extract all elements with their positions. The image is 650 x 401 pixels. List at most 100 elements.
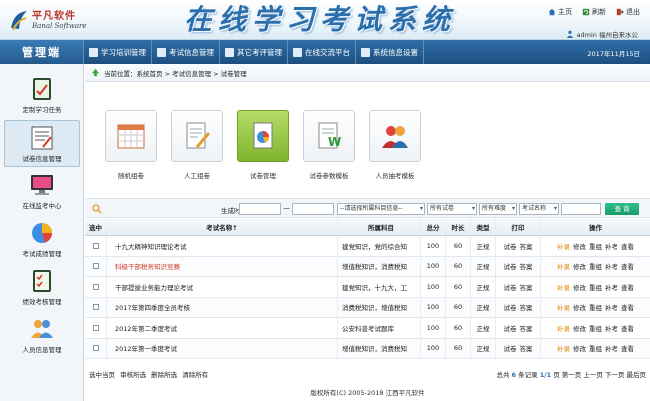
exam-type: 正规: [471, 297, 496, 317]
row-checkbox[interactable]: [92, 304, 99, 311]
print-answer-link[interactable]: 答案: [520, 261, 533, 271]
view-link[interactable]: 查看: [621, 323, 634, 333]
nav-online-exchange[interactable]: 在线交流平台: [288, 40, 356, 64]
view-link[interactable]: 查看: [621, 241, 634, 251]
col-duration: 时长: [446, 219, 471, 235]
print-paper-link[interactable]: 试卷: [504, 261, 517, 271]
exam-name[interactable]: 2012年第一季度考试: [107, 338, 338, 358]
row-checkbox[interactable]: [92, 283, 99, 290]
nav-other-evaluation[interactable]: 其它考评管理: [220, 40, 288, 64]
print-answer-link[interactable]: 答案: [520, 302, 533, 312]
nav-label: 系统信息设置: [373, 47, 418, 57]
exit-link[interactable]: 退出: [616, 7, 640, 17]
delete-selected-link[interactable]: 删除所选: [151, 371, 177, 379]
exam-name[interactable]: 干部提拔业务能力理论考试: [107, 277, 338, 297]
tile-paper-management[interactable]: 试卷管理: [237, 110, 289, 180]
supplement-link[interactable]: 补录: [557, 282, 570, 292]
print-answer-link[interactable]: 答案: [520, 282, 533, 292]
table-header: 选中 考试名称↑ 所属科目 总分 时长 类型 打印 操作: [85, 219, 650, 236]
row-checkbox[interactable]: [92, 324, 99, 331]
view-link[interactable]: 查看: [621, 343, 634, 353]
supplement-link[interactable]: 补录: [557, 261, 570, 271]
pagination-links[interactable]: 页 第一页 上一页 下一页 最后页: [553, 371, 646, 379]
book-icon: [89, 47, 98, 57]
recompose-link[interactable]: 重组: [589, 241, 602, 251]
actions-cell: 补录 修改 重组 补考 查看: [541, 339, 650, 359]
exam-duration: 60: [446, 297, 471, 317]
difficulty-select[interactable]: 所有难度: [479, 203, 517, 215]
date-from-input[interactable]: [239, 203, 281, 215]
edit-link[interactable]: 修改: [573, 282, 586, 292]
tile-manual-compose[interactable]: 人工组卷: [171, 110, 223, 180]
print-answer-link[interactable]: 答案: [520, 323, 533, 333]
nav-exam-info[interactable]: 考试信息管理: [152, 40, 220, 64]
edit-link[interactable]: 修改: [573, 302, 586, 312]
recompose-link[interactable]: 重组: [589, 261, 602, 271]
recompose-link[interactable]: 重组: [589, 302, 602, 312]
sidebar-item-monitor[interactable]: 在线监考中心: [4, 168, 80, 215]
exam-duration: 60: [446, 277, 471, 297]
supplement-link[interactable]: 补录: [557, 343, 570, 353]
view-link[interactable]: 查看: [621, 261, 634, 271]
print-paper-link[interactable]: 试卷: [504, 241, 517, 251]
row-checkbox[interactable]: [92, 263, 99, 270]
col-total: 总分: [421, 219, 446, 235]
view-link[interactable]: 查看: [621, 302, 634, 312]
actions-cell: 补录 修改 重组 补考 查看: [541, 298, 650, 318]
col-exam-name[interactable]: 考试名称↑: [107, 219, 338, 235]
nav-system-settings[interactable]: 系统信息设置: [356, 40, 424, 64]
print-answer-link[interactable]: 答案: [520, 241, 533, 251]
print-paper-link[interactable]: 试卷: [504, 302, 517, 312]
makeup-exam-link[interactable]: 补考: [605, 343, 618, 353]
subject-select[interactable]: --请选择所属科目信息--: [337, 203, 425, 215]
print-paper-link[interactable]: 试卷: [504, 282, 517, 292]
recompose-link[interactable]: 重组: [589, 343, 602, 353]
home-link[interactable]: 主页: [548, 7, 572, 17]
exam-name[interactable]: 科级干部税务知识竞赛: [107, 256, 338, 276]
recompose-link[interactable]: 重组: [589, 282, 602, 292]
tile-personnel-template[interactable]: 人员抽考模板: [369, 110, 421, 180]
supplement-link[interactable]: 补录: [557, 323, 570, 333]
exit-link-label: 退出: [626, 8, 640, 16]
sidebar-item-score[interactable]: 考试成绩管理: [4, 216, 80, 263]
view-link[interactable]: 查看: [621, 282, 634, 292]
tile-random-compose[interactable]: 随机组卷: [105, 110, 157, 180]
edit-link[interactable]: 修改: [573, 241, 586, 251]
print-paper-link[interactable]: 试卷: [504, 343, 517, 353]
row-select-cell: [85, 318, 107, 338]
row-checkbox[interactable]: [92, 345, 99, 352]
nav-learning-training[interactable]: 学习培训管理: [84, 40, 152, 64]
edit-link[interactable]: 修改: [573, 343, 586, 353]
makeup-exam-link[interactable]: 补考: [605, 261, 618, 271]
makeup-exam-link[interactable]: 补考: [605, 302, 618, 312]
supplement-link[interactable]: 补录: [557, 302, 570, 312]
row-checkbox[interactable]: [92, 242, 99, 249]
print-paper-link[interactable]: 试卷: [504, 323, 517, 333]
sidebar-item-personnel[interactable]: 人员信息管理: [4, 312, 80, 359]
select-page-link[interactable]: 选中当页: [89, 371, 115, 379]
makeup-exam-link[interactable]: 补考: [605, 241, 618, 251]
edit-link[interactable]: 修改: [573, 323, 586, 333]
clear-all-link[interactable]: 清除所有: [182, 371, 208, 379]
checklist-icon: [33, 270, 51, 292]
print-answer-link[interactable]: 答案: [520, 343, 533, 353]
refresh-link[interactable]: 刷新: [582, 7, 606, 17]
tile-paper-template[interactable]: W 试卷参数模板: [303, 110, 355, 180]
recompose-link[interactable]: 重组: [589, 323, 602, 333]
makeup-exam-link[interactable]: 补考: [605, 282, 618, 292]
edit-link[interactable]: 修改: [573, 261, 586, 271]
query-button[interactable]: 查 询: [605, 203, 639, 215]
keyword-input[interactable]: [561, 203, 601, 215]
date-to-input[interactable]: [292, 203, 334, 215]
exam-name[interactable]: 2017年第四季度全员考核: [107, 297, 338, 317]
supplement-link[interactable]: 补录: [557, 241, 570, 251]
exam-name[interactable]: 十九大精神知识理论考试: [107, 236, 338, 256]
sidebar-item-learning-task[interactable]: 定制学习任务: [4, 72, 80, 119]
approve-selected-link[interactable]: 审核所选: [120, 371, 146, 379]
sidebar-item-exam-paper[interactable]: 试卷信息管理: [4, 120, 80, 167]
sidebar-item-performance[interactable]: 绩效考核管理: [4, 264, 80, 311]
exam-name[interactable]: 2012年第二季度考试: [107, 318, 338, 338]
sort-select[interactable]: 考试名称: [519, 203, 559, 215]
makeup-exam-link[interactable]: 补考: [605, 323, 618, 333]
exam-select[interactable]: 所有试卷: [427, 203, 477, 215]
